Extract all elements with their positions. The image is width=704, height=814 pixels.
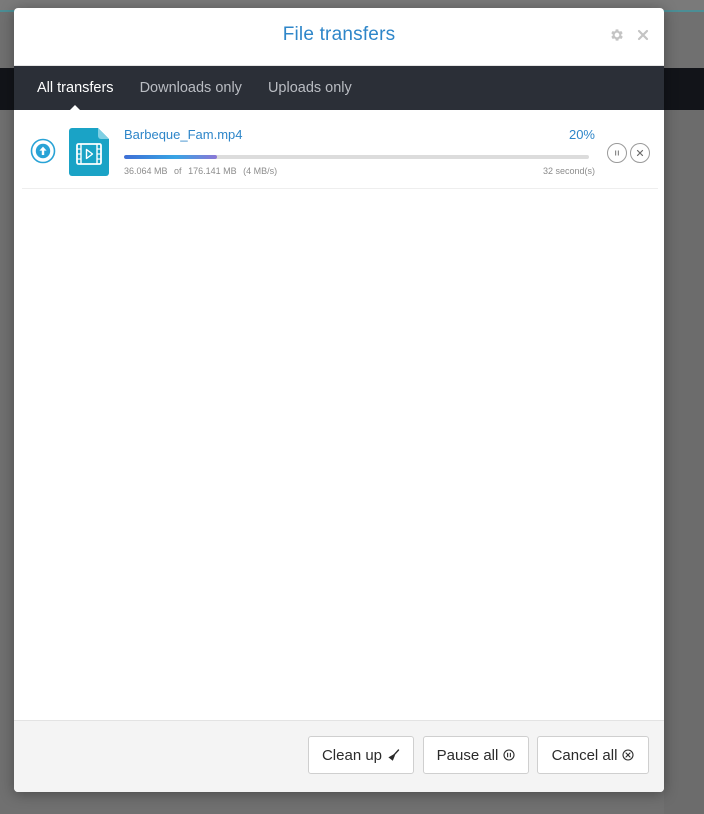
backdrop-panel (664, 110, 704, 814)
pause-icon (614, 150, 620, 156)
dialog-title: File transfers (282, 24, 396, 45)
clean-up-label: Clean up (321, 746, 383, 764)
upload-arrow-icon (30, 138, 56, 164)
tab-downloads-only[interactable]: Downloads only (140, 66, 242, 111)
total-size: 176.141 MB (188, 166, 237, 176)
cancel-all-button[interactable]: Cancel all (537, 736, 649, 774)
transferred-size: 36.064 MB (124, 166, 168, 176)
transfer-speed: (4 MB/s) (243, 166, 278, 176)
clean-up-button[interactable]: Clean up (308, 736, 414, 774)
transfer-list: Barbeque_Fam.mp4 20% 36.064 MB of 176.14… (14, 110, 664, 721)
cancel-transfer-button[interactable] (630, 143, 650, 163)
progress-bar-fill (124, 155, 217, 159)
dialog-header: File transfers (14, 8, 664, 66)
pause-icon (503, 749, 515, 761)
of-label: of (174, 166, 182, 176)
file-transfers-dialog: File transfers All transfers Downloads o… (14, 8, 664, 792)
tab-all-transfers[interactable]: All transfers (37, 66, 114, 111)
pause-all-button[interactable]: Pause all (423, 736, 529, 774)
cancel-all-label: Cancel all (551, 746, 618, 764)
transfer-size-info: 36.064 MB of 176.141 MB (4 MB/s) (124, 166, 281, 176)
file-name: Barbeque_Fam.mp4 (124, 127, 243, 142)
pause-all-label: Pause all (436, 746, 499, 764)
time-remaining: 32 second(s) (542, 166, 595, 176)
gear-icon[interactable] (607, 25, 627, 45)
progress-bar (124, 155, 589, 159)
pause-transfer-button[interactable] (607, 143, 627, 163)
transfer-row[interactable]: Barbeque_Fam.mp4 20% 36.064 MB of 176.14… (22, 110, 658, 189)
tab-uploads-only[interactable]: Uploads only (268, 66, 352, 111)
dialog-footer: Clean up Pause all Cancel all (14, 720, 664, 792)
progress-percent: 20% (568, 127, 595, 142)
broom-icon (388, 748, 400, 761)
cancel-circle-icon (622, 749, 634, 761)
video-file-icon (69, 128, 109, 176)
close-icon[interactable] (633, 25, 653, 45)
close-icon (636, 149, 644, 157)
transfer-filter-tabs: All transfers Downloads only Uploads onl… (14, 66, 664, 111)
